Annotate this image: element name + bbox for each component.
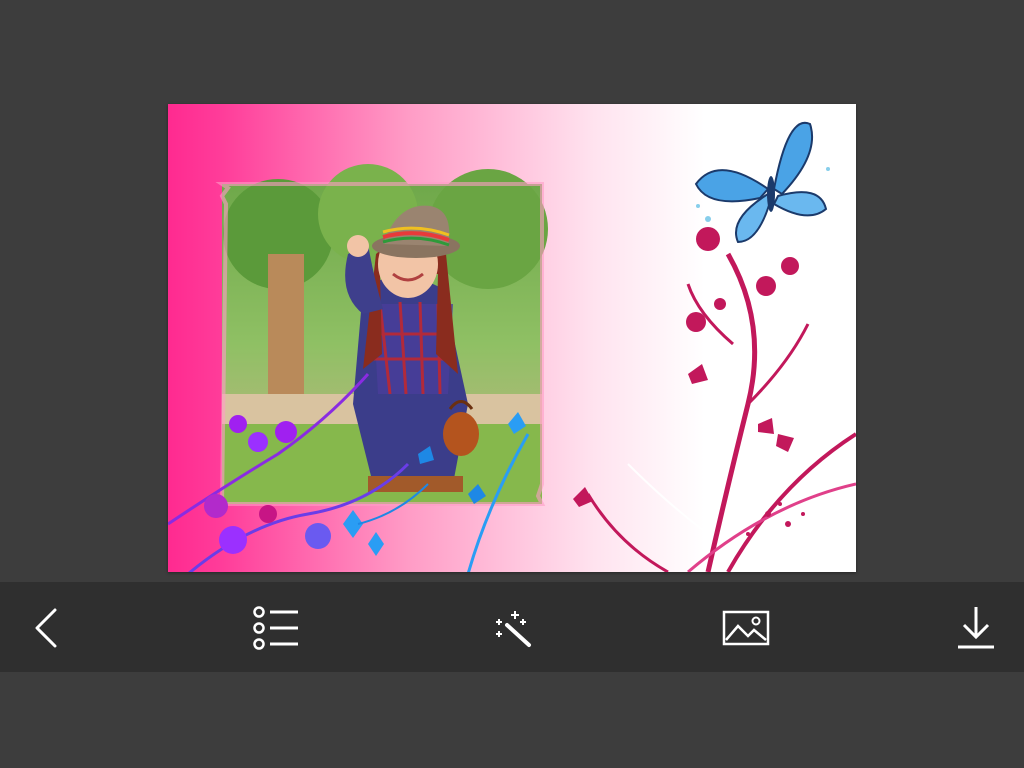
magic-wand-icon [491,607,533,649]
effects-button[interactable] [486,602,538,654]
image-icon [722,610,770,646]
chevron-left-icon [31,606,61,650]
frame-artwork [168,104,856,572]
list-icon [252,606,300,650]
editor-canvas [0,0,1024,582]
bottom-blank-area [0,672,1024,768]
download-button[interactable] [950,602,1002,654]
bottom-toolbar [0,582,1024,672]
download-icon [956,605,996,651]
frames-list-button[interactable] [250,602,302,654]
photo-window [215,164,548,506]
photo-frame[interactable] [168,104,856,572]
back-button[interactable] [20,602,72,654]
gallery-button[interactable] [720,602,772,654]
